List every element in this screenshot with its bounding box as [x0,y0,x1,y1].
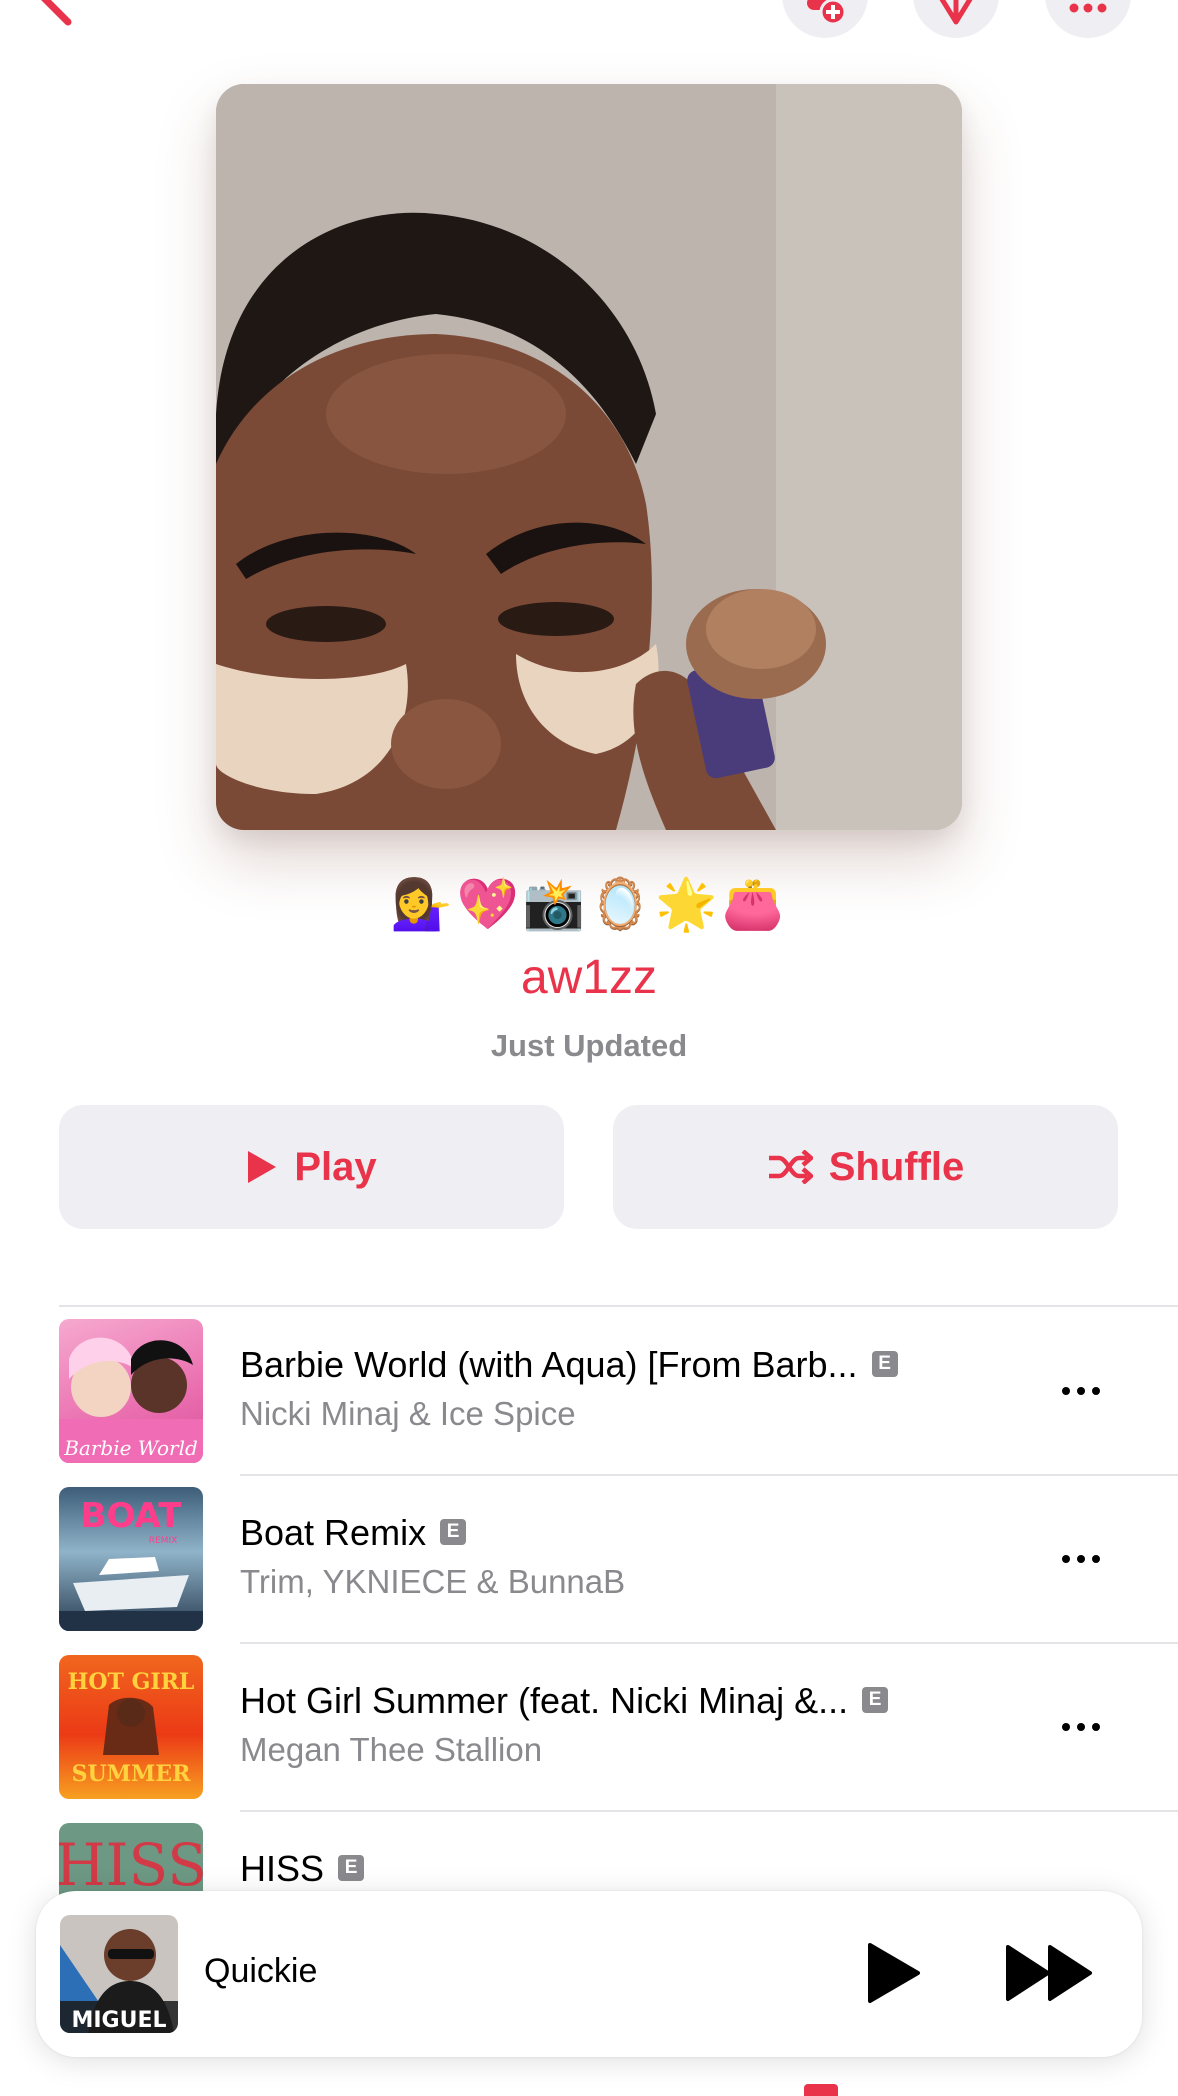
playlist-title[interactable]: aw1zz [0,948,1178,1008]
more-icon [1069,3,1107,13]
explicit-icon: E [871,1351,898,1378]
mini-next-button[interactable] [1004,1943,1096,2008]
track-artwork-1-text: Barbie World [63,1436,198,1460]
shuffle-button[interactable]: Shuffle [613,1105,1118,1229]
mini-play-button[interactable] [866,1941,922,2010]
track-artist-1: Nicki Minaj & Ice Spice [240,1395,576,1432]
now-playing-title: Quickie [204,1952,318,1990]
track-artist-3: Megan Thee Stallion [240,1731,543,1768]
now-playing-artwork: MIGUEL [60,1915,178,2033]
svg-text:SUMMER: SUMMER [72,1761,192,1787]
play-button-label: Play [294,1144,377,1189]
track-row-3[interactable]: HOT GIRL SUMMER Hot Girl Summer (feat. N… [0,1643,1178,1811]
svg-text:REMIX: REMIX [149,1536,178,1546]
playlist-emoji-row: 💁‍♀️💖📸🪞🌟👛 [390,875,788,933]
mini-player[interactable]: MIGUEL Quickie [36,1891,1142,2057]
track-artwork-3-text: HOT GIRL [68,1669,195,1695]
track-more-button-3[interactable] [1056,1712,1106,1742]
track-artwork-4-text: HISS [59,1831,203,1899]
back-chevron-icon [41,0,72,26]
shuffle-icon [768,1150,813,1184]
track-artwork-2-text: BOAT [81,1496,183,1536]
explicit-icon: E [338,1855,365,1882]
shuffle-button-label: Shuffle [828,1144,965,1189]
track-artwork-3: HOT GIRL SUMMER [59,1655,203,1799]
track-title-1: Barbie World (with Aqua) [From Barb... E [240,1343,898,1387]
play-icon [868,1943,920,2003]
playlist-artwork [216,84,962,830]
download-icon [939,0,973,25]
add-person-icon [807,0,847,26]
track-row-2[interactable]: BOAT REMIX Boat Remix E Trim, YKNIECE & B… [0,1475,1178,1643]
explicit-icon: E [862,1687,889,1714]
tab-bar-hint [804,2084,838,2096]
track-artist-2: Trim, YKNIECE & BunnaB [240,1563,626,1600]
track-more-button-2[interactable] [1056,1544,1106,1574]
explicit-icon: E [440,1519,467,1546]
add-collaborator-button[interactable] [782,0,868,38]
track-artwork-1: Barbie World [59,1319,203,1463]
play-icon [248,1151,277,1183]
track-artwork-2: BOAT REMIX [59,1487,203,1631]
fast-forward-icon [1006,1945,1092,2001]
play-button[interactable]: Play [59,1105,564,1229]
track-title-2: Boat Remix E [240,1511,467,1555]
download-button[interactable] [913,0,999,38]
playlist-updated-status: Just Updated [490,1028,688,1063]
back-button[interactable] [10,0,80,30]
now-playing-artwork-text: MIGUEL [71,2008,166,2033]
track-title-4: HISS E [240,1847,365,1891]
track-row-1[interactable]: Barbie World Barbie World (with Aqua) [F… [0,1307,1178,1475]
track-title-3: Hot Girl Summer (feat. Nicki Minaj &... E [240,1679,889,1723]
more-options-button[interactable] [1045,0,1131,38]
track-more-button-1[interactable] [1056,1376,1106,1406]
